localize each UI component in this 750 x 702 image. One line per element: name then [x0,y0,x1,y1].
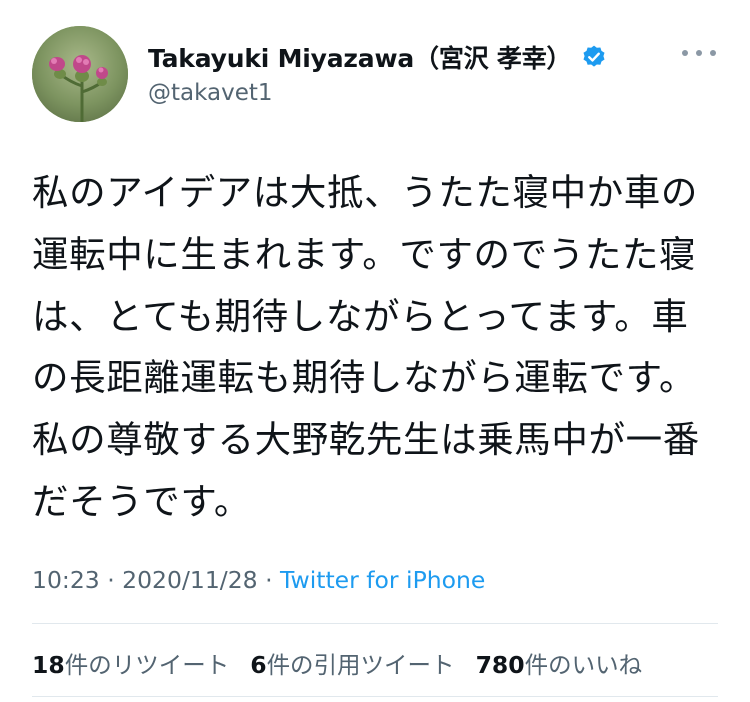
tweet-meta: 10:23 · 2020/11/28 · Twitter for iPhone [32,566,485,594]
verified-badge-icon [581,44,607,70]
tweet-source-link[interactable]: Twitter for iPhone [280,566,485,594]
retweets-label: 件のリツイート [64,651,230,679]
meta-separator: · [257,566,281,594]
likes-count: 780 [475,651,525,679]
meta-separator: · [99,566,123,594]
divider [32,623,718,624]
divider [32,696,718,697]
retweets-stat[interactable]: 18件のリツイート [32,646,229,680]
display-name[interactable]: Takayuki Miyazawa（宮沢 孝幸） [148,39,572,75]
dot [696,50,702,56]
user-handle[interactable]: @takavet1 [148,80,607,106]
likes-stat[interactable]: 780件のいいね [476,646,643,680]
tweet-time[interactable]: 10:23 [32,566,100,594]
quotes-label: 件の引用ツイート [266,651,455,679]
tweet-detail: Takayuki Miyazawa（宮沢 孝幸） @takavet1 私のアイデ… [0,0,750,702]
author-block[interactable]: Takayuki Miyazawa（宮沢 孝幸） @takavet1 [148,40,607,106]
name-row: Takayuki Miyazawa（宮沢 孝幸） [148,40,607,74]
retweets-count: 18 [32,651,65,679]
quotes-count: 6 [250,651,267,679]
avatar[interactable] [32,26,128,122]
more-options-icon[interactable] [682,46,716,60]
tweet-date[interactable]: 2020/11/28 [122,566,257,594]
likes-label: 件のいいね [524,651,643,679]
thistle-photo-icon [32,26,128,122]
dot [682,50,688,56]
quotes-stat[interactable]: 6件の引用ツイート [250,646,454,680]
dot [710,50,716,56]
engagement-stats: 18件のリツイート 6件の引用ツイート 780件のいいね [32,646,663,680]
tweet-text: 私のアイデアは大抵、うたた寝中か車の運転中に生まれます。ですのでうたた寝は、とて… [32,171,700,523]
